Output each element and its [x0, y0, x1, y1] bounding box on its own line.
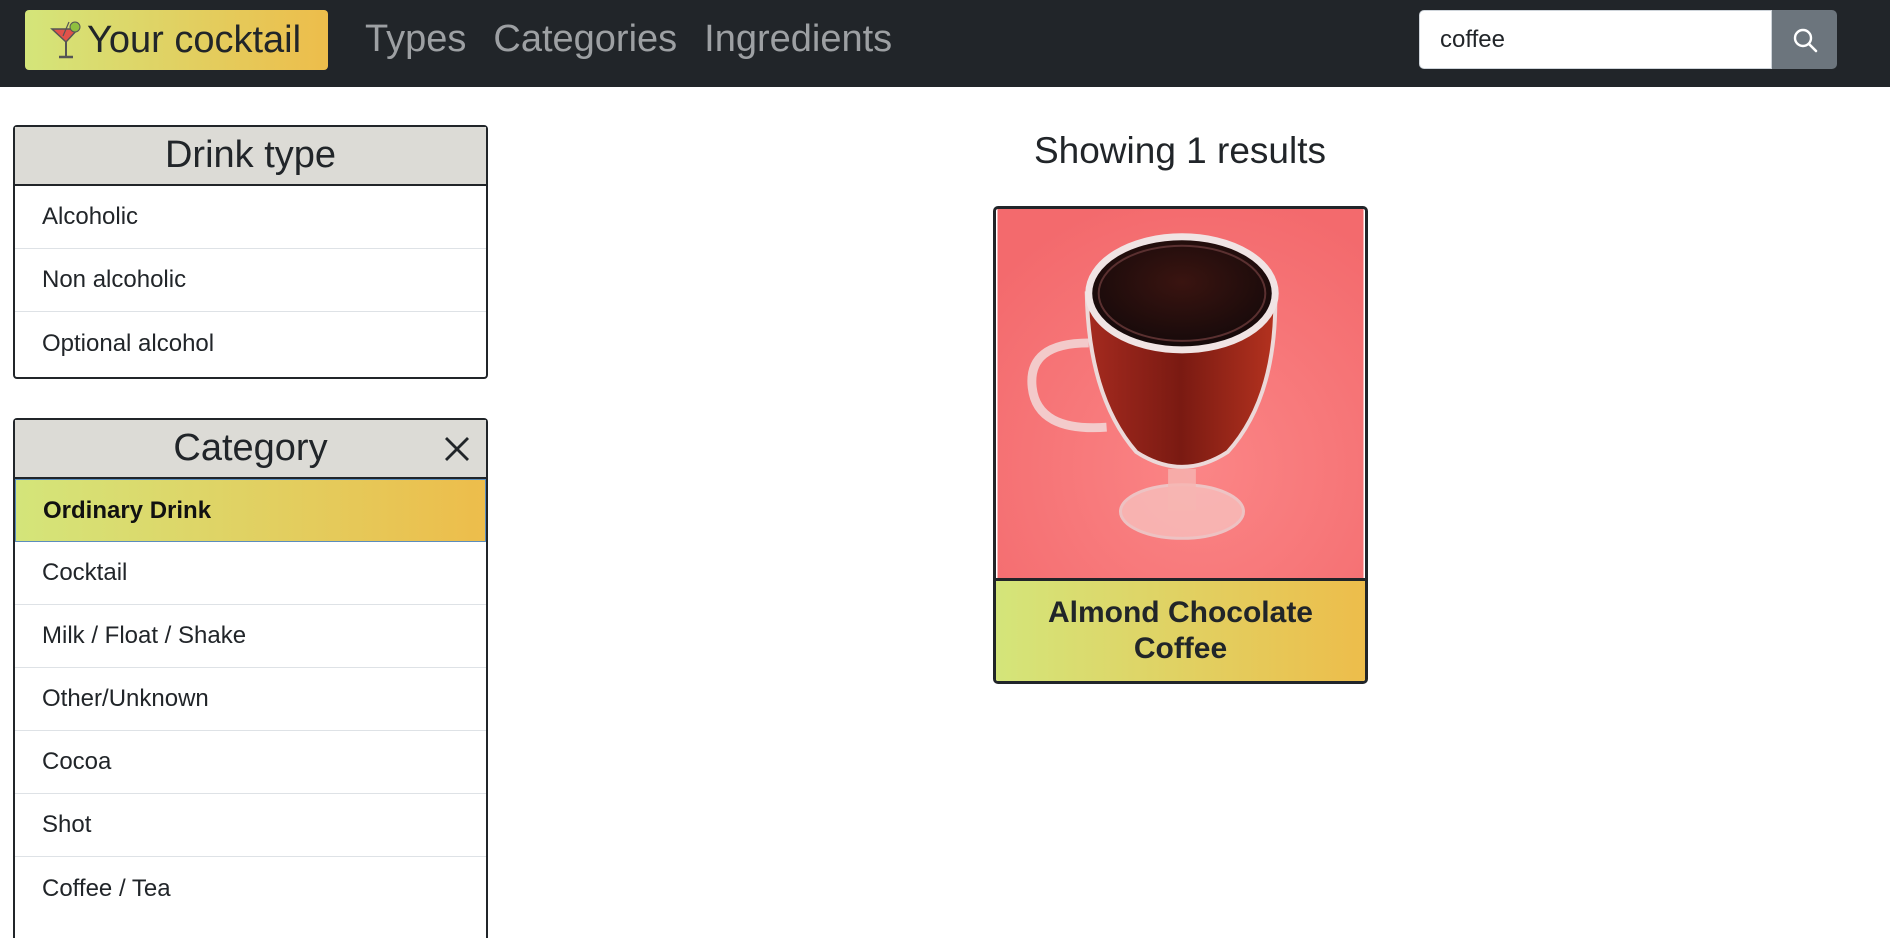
category-item-ordinary-drink[interactable]: Ordinary Drink — [15, 479, 486, 542]
nav-link-categories[interactable]: Categories — [493, 18, 677, 60]
close-icon[interactable] — [442, 434, 472, 464]
category-title: Category — [173, 427, 328, 469]
brand-home-link[interactable]: Your cocktail — [25, 10, 328, 70]
category-item-cocoa[interactable]: Cocoa — [15, 731, 486, 794]
search-button[interactable] — [1772, 10, 1837, 69]
search-icon — [1793, 28, 1817, 52]
category-panel: Category Ordinary Drink Cocktail Milk / … — [13, 418, 488, 938]
drink-type-item-optional-alcohol[interactable]: Optional alcohol — [15, 312, 486, 375]
drink-type-title: Drink type — [164, 134, 337, 176]
drink-type-item-alcoholic[interactable]: Alcoholic — [15, 186, 486, 249]
drink-card-name: Almond Chocolate Coffee — [996, 581, 1365, 681]
nav-links: Types Categories Ingredients — [365, 18, 919, 60]
drink-type-header: Drink type — [15, 127, 486, 186]
category-item-milk-float-shake[interactable]: Milk / Float / Shake — [15, 605, 486, 668]
drink-card[interactable]: Almond Chocolate Coffee — [993, 206, 1368, 684]
category-item-shot[interactable]: Shot — [15, 794, 486, 857]
results-count: Showing 1 results — [1033, 130, 1327, 171]
category-header: Category — [15, 420, 486, 479]
search-input[interactable] — [1419, 10, 1772, 69]
drink-type-panel: Drink type Alcoholic Non alcoholic Optio… — [13, 125, 488, 379]
cocktail-glass-icon — [50, 21, 81, 59]
nav-link-types[interactable]: Types — [365, 18, 466, 60]
brand-label: Your cocktail — [87, 19, 302, 61]
nav-link-ingredients[interactable]: Ingredients — [704, 18, 892, 60]
drink-photo — [996, 209, 1365, 581]
navbar: Your cocktail Types Categories Ingredien… — [0, 0, 1890, 87]
category-item-other-unknown[interactable]: Other/Unknown — [15, 668, 486, 731]
drink-type-item-non-alcoholic[interactable]: Non alcoholic — [15, 249, 486, 312]
category-item-cocktail[interactable]: Cocktail — [15, 542, 486, 605]
category-item-coffee-tea[interactable]: Coffee / Tea — [15, 857, 486, 920]
search-form — [1419, 10, 1837, 69]
